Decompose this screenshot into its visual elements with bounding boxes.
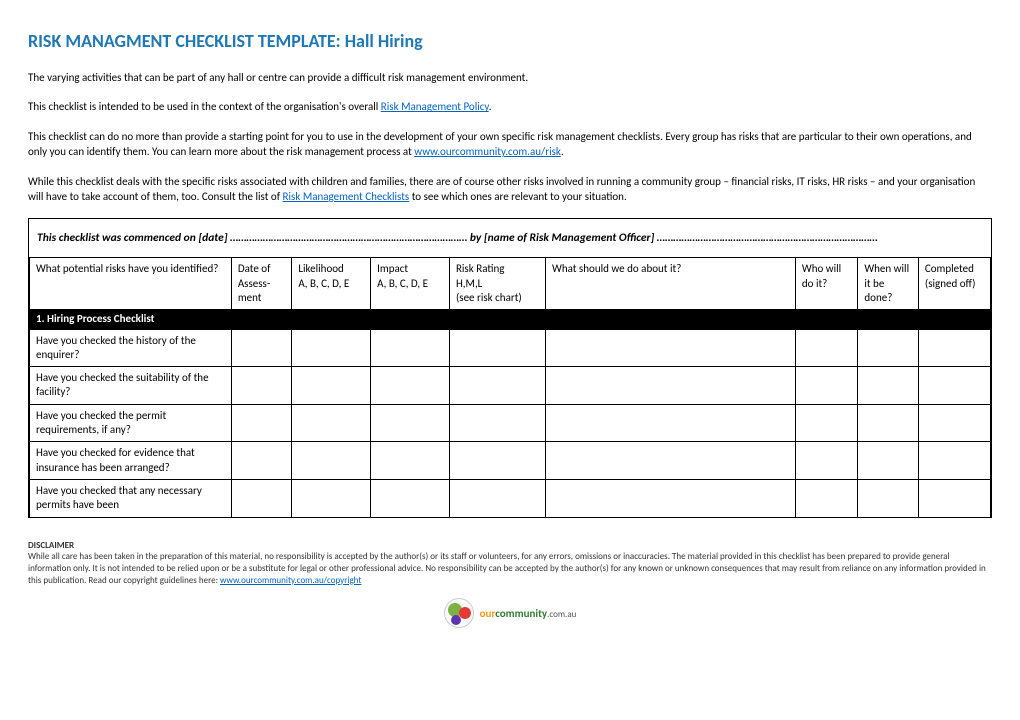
empty-cell bbox=[546, 404, 796, 442]
col-header-impact: Impact A, B, C, D, E bbox=[371, 258, 450, 309]
empty-cell bbox=[546, 367, 796, 405]
intro-block: The varying activities that can be part … bbox=[28, 70, 992, 204]
empty-cell bbox=[918, 442, 990, 480]
empty-cell bbox=[795, 329, 857, 367]
intro-p4b: to see which ones are relevant to your s… bbox=[409, 190, 627, 203]
checklist-table-wrap: This checklist was commenced on [date] …… bbox=[28, 218, 992, 517]
empty-cell bbox=[546, 329, 796, 367]
col-header-completed: Completed (signed off) bbox=[918, 258, 990, 309]
empty-cell bbox=[371, 442, 450, 480]
empty-cell bbox=[371, 404, 450, 442]
logo-icon bbox=[444, 598, 474, 628]
empty-cell bbox=[292, 329, 371, 367]
table-row: Have you checked the history of the enqu… bbox=[30, 329, 991, 367]
empty-cell bbox=[795, 404, 857, 442]
col-header-who: Who will do it? bbox=[795, 258, 857, 309]
col-header-likelihood: Likelihood A, B, C, D, E bbox=[292, 258, 371, 309]
page-title: RISK MANAGMENT CHECKLIST TEMPLATE: Hall … bbox=[28, 30, 992, 52]
table-row: Have you checked that any necessary perm… bbox=[30, 479, 991, 516]
empty-cell bbox=[231, 442, 292, 480]
intro-p3b: . bbox=[561, 145, 564, 158]
col-header-rating: Risk Rating H,M,L (see risk chart) bbox=[449, 258, 545, 309]
empty-cell bbox=[795, 442, 857, 480]
col-header-date: Date of Assess-ment bbox=[231, 258, 292, 309]
empty-cell bbox=[858, 442, 919, 480]
checklists-link[interactable]: Risk Management Checklists bbox=[283, 190, 410, 203]
empty-cell bbox=[292, 367, 371, 405]
intro-p1: The varying activities that can be part … bbox=[28, 70, 992, 85]
table-row: Have you checked for evidence that insur… bbox=[30, 442, 991, 480]
empty-cell bbox=[449, 479, 545, 516]
col-header-action: What should we do about it? bbox=[546, 258, 796, 309]
empty-cell bbox=[918, 479, 990, 516]
footer: ourcommunity.com.au bbox=[28, 598, 992, 631]
empty-cell bbox=[546, 442, 796, 480]
disclaimer-heading: DISCLAIMER bbox=[28, 540, 74, 551]
empty-cell bbox=[546, 479, 796, 516]
checklist-table: What potential risks have you identified… bbox=[29, 258, 991, 516]
empty-cell bbox=[231, 367, 292, 405]
empty-cell bbox=[858, 367, 919, 405]
col-header-when: When will it be done? bbox=[858, 258, 919, 309]
risk-cell: Have you checked that any necessary perm… bbox=[30, 479, 232, 516]
empty-cell bbox=[918, 367, 990, 405]
intro-p2: This checklist is intended to be used in… bbox=[28, 99, 992, 114]
section-1-header: 1. Hiring Process Checklist bbox=[30, 310, 991, 329]
logo-text-community: community bbox=[495, 607, 547, 620]
risk-cell: Have you checked for evidence that insur… bbox=[30, 442, 232, 480]
empty-cell bbox=[371, 479, 450, 516]
logo-text: ourcommunity.com.au bbox=[480, 607, 577, 620]
empty-cell bbox=[795, 479, 857, 516]
empty-cell bbox=[795, 367, 857, 405]
intro-p2a: This checklist is intended to be used in… bbox=[28, 100, 381, 113]
empty-cell bbox=[449, 404, 545, 442]
table-row: Have you checked the suitability of the … bbox=[30, 367, 991, 405]
risk-process-link[interactable]: www.ourcommunity.com.au/risk bbox=[414, 145, 561, 158]
intro-p2b: . bbox=[489, 100, 492, 113]
empty-cell bbox=[918, 404, 990, 442]
empty-cell bbox=[231, 404, 292, 442]
empty-cell bbox=[449, 329, 545, 367]
header-row: What potential risks have you identified… bbox=[30, 258, 991, 309]
empty-cell bbox=[371, 329, 450, 367]
empty-cell bbox=[918, 329, 990, 367]
table-row: Have you checked the permit requirements… bbox=[30, 404, 991, 442]
risk-policy-link[interactable]: Risk Management Policy bbox=[381, 100, 489, 113]
empty-cell bbox=[858, 404, 919, 442]
empty-cell bbox=[292, 404, 371, 442]
empty-cell bbox=[858, 479, 919, 516]
empty-cell bbox=[231, 479, 292, 516]
empty-cell bbox=[371, 367, 450, 405]
ourcommunity-logo: ourcommunity.com.au bbox=[444, 598, 577, 628]
empty-cell bbox=[449, 367, 545, 405]
empty-cell bbox=[292, 479, 371, 516]
col-header-risk: What potential risks have you identified… bbox=[30, 258, 232, 309]
intro-p3: This checklist can do no more than provi… bbox=[28, 129, 992, 160]
section-1-title: 1. Hiring Process Checklist bbox=[30, 310, 991, 329]
empty-cell bbox=[292, 442, 371, 480]
empty-cell bbox=[231, 329, 292, 367]
logo-text-domain: .com.au bbox=[547, 609, 576, 620]
empty-cell bbox=[449, 442, 545, 480]
risk-cell: Have you checked the suitability of the … bbox=[30, 367, 232, 405]
risk-cell: Have you checked the history of the enqu… bbox=[30, 329, 232, 367]
commencement-row: This checklist was commenced on [date] …… bbox=[29, 219, 991, 258]
disclaimer-body: While all care has been taken in the pre… bbox=[28, 551, 986, 585]
copyright-link[interactable]: www.ourcommunity.com.au/copyright bbox=[220, 575, 361, 586]
empty-cell bbox=[858, 329, 919, 367]
risk-cell: Have you checked the permit requirements… bbox=[30, 404, 232, 442]
intro-p4: While this checklist deals with the spec… bbox=[28, 174, 992, 205]
logo-text-our: our bbox=[480, 607, 496, 620]
disclaimer-block: DISCLAIMER While all care has been taken… bbox=[28, 540, 992, 587]
